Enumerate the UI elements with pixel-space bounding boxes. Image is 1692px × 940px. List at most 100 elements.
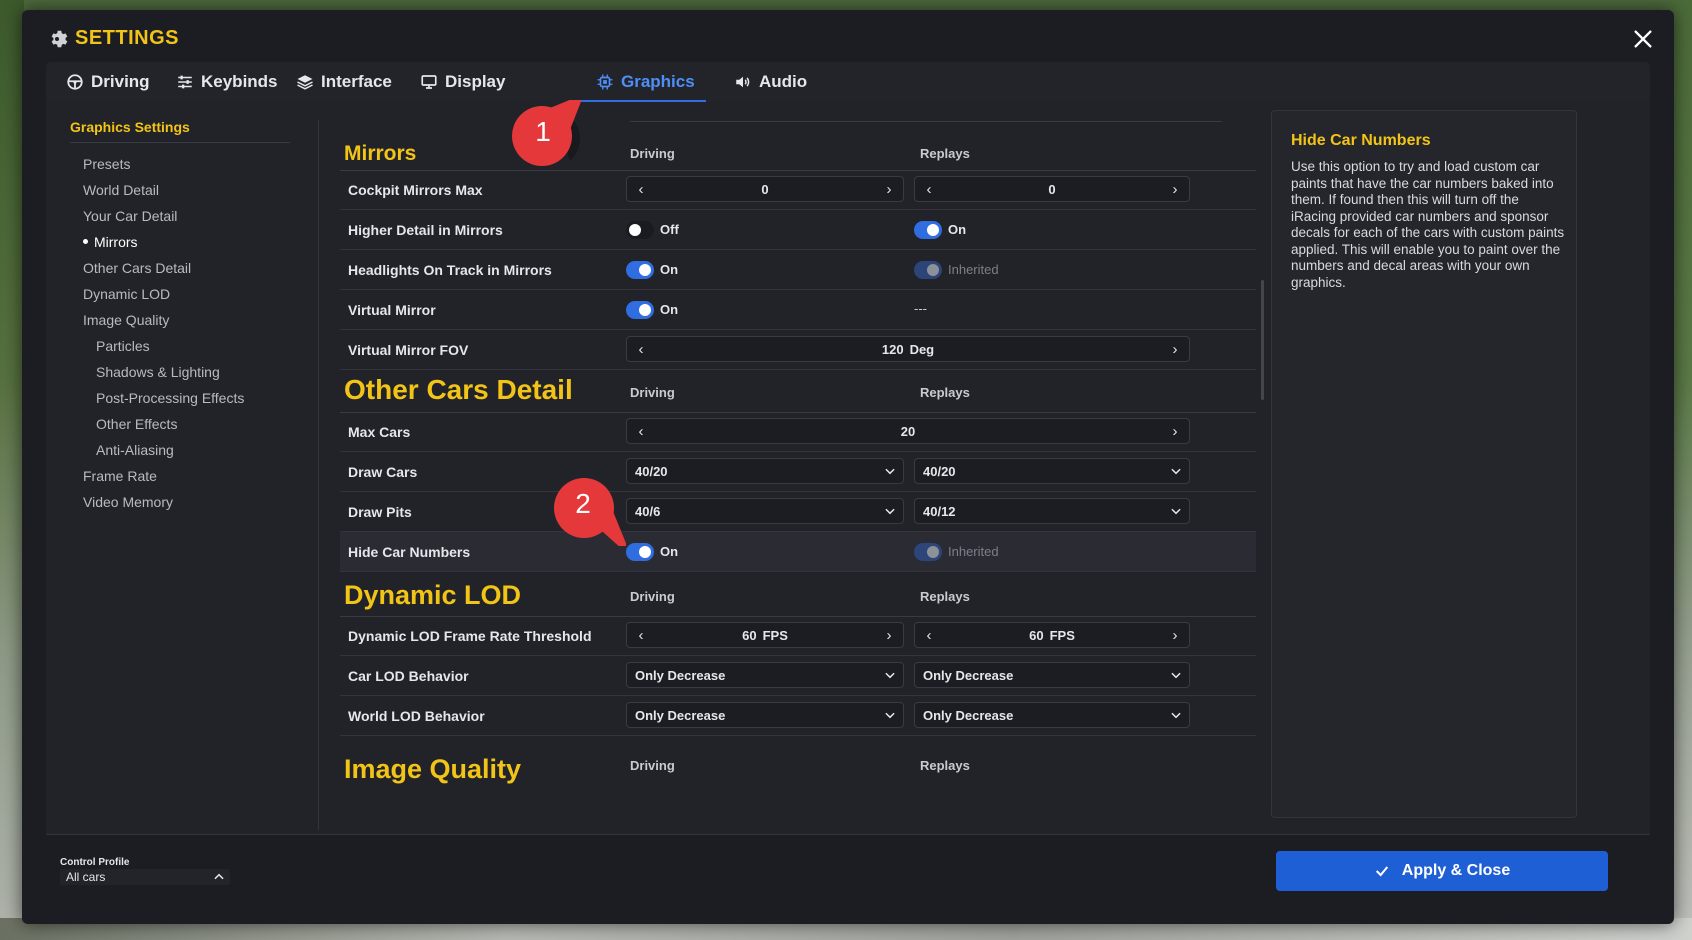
setting-row-headlights-in-mirrors: Headlights On Track in Mirrors On Inheri… xyxy=(340,250,1256,290)
tab-interface[interactable]: Interface xyxy=(296,62,392,102)
sidebar-item-video-memory[interactable]: Video Memory xyxy=(83,494,173,510)
sidebar-item-post-processing[interactable]: Post-Processing Effects xyxy=(96,390,244,406)
stepper-value: 120 Deg xyxy=(627,342,1189,357)
sidebar-item-image-quality[interactable]: Image Quality xyxy=(83,312,169,328)
sidebar-item-your-car-detail[interactable]: Your Car Detail xyxy=(83,208,177,224)
window-title: SETTINGS xyxy=(75,27,180,49)
setting-row-draw-cars: Draw Cars 40/20 40/20 xyxy=(340,452,1256,492)
setting-label: Higher Detail in Mirrors xyxy=(348,222,503,238)
hide-car-numbers-driving-toggle[interactable] xyxy=(626,543,654,561)
chevron-right-icon[interactable]: › xyxy=(1163,623,1187,647)
column-label-replays: Replays xyxy=(920,146,970,161)
sidebar-item-anti-aliasing[interactable]: Anti-Aliasing xyxy=(96,442,174,458)
checkmark-icon xyxy=(1375,866,1388,877)
stepper-value: 60 FPS xyxy=(627,628,903,643)
virtual-mirror-driving-toggle[interactable] xyxy=(626,301,654,319)
sidebar-item-presets[interactable]: Presets xyxy=(83,156,130,172)
fps-unit: FPS xyxy=(1049,628,1075,643)
dropdown-value: 40/20 xyxy=(923,464,956,479)
dropdown-value: Only Decrease xyxy=(923,708,1014,723)
tab-display[interactable]: Display xyxy=(420,62,505,102)
lod-threshold-replays-stepper: ‹ 60 FPS › xyxy=(914,622,1190,648)
lod-threshold-driving-stepper: ‹ 60 FPS › xyxy=(626,622,904,648)
tab-driving[interactable]: Driving xyxy=(66,62,150,102)
higher-detail-replays-toggle[interactable] xyxy=(914,221,942,239)
chevron-right-icon[interactable]: › xyxy=(877,623,901,647)
hide-car-numbers-replays-toggle[interactable] xyxy=(914,543,942,561)
sidebar-item-world-detail[interactable]: World Detail xyxy=(83,182,159,198)
car-lod-driving-dropdown[interactable]: Only Decrease xyxy=(626,662,904,688)
world-lod-replays-dropdown[interactable]: Only Decrease xyxy=(914,702,1190,728)
setting-row-draw-pits: Draw Pits 40/6 40/12 xyxy=(340,492,1256,532)
help-panel: Hide Car Numbers Use this option to try … xyxy=(1271,110,1577,818)
chevron-right-icon[interactable]: › xyxy=(877,177,901,201)
sidenav-title: Graphics Settings xyxy=(70,119,190,135)
tab-label: Keybinds xyxy=(201,72,278,91)
setting-label: Car LOD Behavior xyxy=(348,668,469,684)
column-label-driving: Driving xyxy=(630,589,675,604)
scrollbar[interactable] xyxy=(1261,280,1264,400)
setting-row-max-cars: Max Cars ‹ 20 › xyxy=(340,412,1256,452)
stepper-value: 0 xyxy=(761,182,769,197)
setting-row-world-lod-behavior: World LOD Behavior Only Decrease Only De… xyxy=(340,696,1256,736)
draw-cars-driving-dropdown[interactable]: 40/20 xyxy=(626,458,904,484)
close-icon[interactable] xyxy=(1632,28,1654,50)
footer-bar: Control Profile All cars Apply & Close xyxy=(46,834,1650,902)
tab-label: Display xyxy=(445,72,506,91)
chevron-down-icon xyxy=(885,468,895,475)
sidebar-item-dynamic-lod[interactable]: Dynamic LOD xyxy=(83,286,170,302)
sidebar-item-frame-rate[interactable]: Frame Rate xyxy=(83,468,157,484)
dropdown-value: Only Decrease xyxy=(635,708,726,723)
draw-pits-driving-dropdown[interactable]: 40/6 xyxy=(626,498,904,524)
stepper-value: 20 xyxy=(900,424,916,439)
draw-pits-replays-dropdown[interactable]: 40/12 xyxy=(914,498,1190,524)
toggle-knob xyxy=(639,264,651,276)
tab-audio[interactable]: Audio xyxy=(734,62,807,102)
chevron-right-icon[interactable]: › xyxy=(1163,419,1187,443)
toggle-knob xyxy=(927,264,939,276)
control-profile-select[interactable]: All cars xyxy=(60,869,230,885)
tab-graphics[interactable]: Graphics xyxy=(596,62,695,102)
fov-unit: Deg xyxy=(909,342,935,357)
setting-label: Cockpit Mirrors Max xyxy=(348,182,483,198)
higher-detail-driving-toggle[interactable] xyxy=(626,221,654,239)
chevron-down-icon xyxy=(885,508,895,515)
headlights-replays-toggle[interactable] xyxy=(914,261,942,279)
chevron-right-icon[interactable]: › xyxy=(1163,177,1187,201)
setting-label: Draw Cars xyxy=(348,464,418,480)
draw-cars-replays-dropdown[interactable]: 40/20 xyxy=(914,458,1190,484)
car-lod-replays-dropdown[interactable]: Only Decrease xyxy=(914,662,1190,688)
active-dot-icon xyxy=(83,238,88,244)
sidebar-item-shadows-lighting[interactable]: Shadows & Lighting xyxy=(96,364,220,380)
setting-row-cockpit-mirrors-max: Cockpit Mirrors Max ‹ 0 › ‹ 0 › xyxy=(340,170,1256,210)
tab-label: Graphics xyxy=(621,72,695,91)
settings-window: SETTINGS Driving Keybinds Interface Disp… xyxy=(22,10,1674,924)
tab-keybinds[interactable]: Keybinds xyxy=(176,62,278,102)
setting-label: Headlights On Track in Mirrors xyxy=(348,262,552,278)
sidebar-item-mirrors[interactable]: Mirrors xyxy=(83,234,138,250)
setting-label: Virtual Mirror xyxy=(348,302,436,318)
section-title-image-quality: Image Quality xyxy=(344,754,522,784)
world-lod-driving-dropdown[interactable]: Only Decrease xyxy=(626,702,904,728)
toggle-state-label: On xyxy=(660,544,679,559)
headlights-driving-toggle[interactable] xyxy=(626,261,654,279)
sidebar-item-particles[interactable]: Particles xyxy=(96,338,150,354)
sidenav-divider xyxy=(70,142,290,143)
section-title-other-cars-detail: Other Cars Detail xyxy=(344,374,573,405)
sidebar-item-other-effects[interactable]: Other Effects xyxy=(96,416,177,432)
speaker-icon xyxy=(736,76,750,88)
sidebar-item-other-cars-detail[interactable]: Other Cars Detail xyxy=(83,260,191,276)
section-title-mirrors: Mirrors xyxy=(344,142,417,165)
toggle-knob xyxy=(927,546,939,558)
fps-unit: FPS xyxy=(762,628,788,643)
toggle-state-label: Off xyxy=(660,222,679,237)
apply-close-button[interactable]: Apply & Close xyxy=(1276,851,1608,891)
toggle-state-label: On xyxy=(660,262,679,277)
control-profile-label: Control Profile xyxy=(60,857,130,868)
toggle-state-label: Inherited xyxy=(948,262,999,277)
control-profile-value: All cars xyxy=(66,870,106,884)
dropdown-value: 40/20 xyxy=(635,464,668,479)
steering-wheel-icon xyxy=(67,74,83,90)
setting-label: Max Cars xyxy=(348,424,411,440)
chevron-right-icon[interactable]: › xyxy=(1163,337,1187,361)
